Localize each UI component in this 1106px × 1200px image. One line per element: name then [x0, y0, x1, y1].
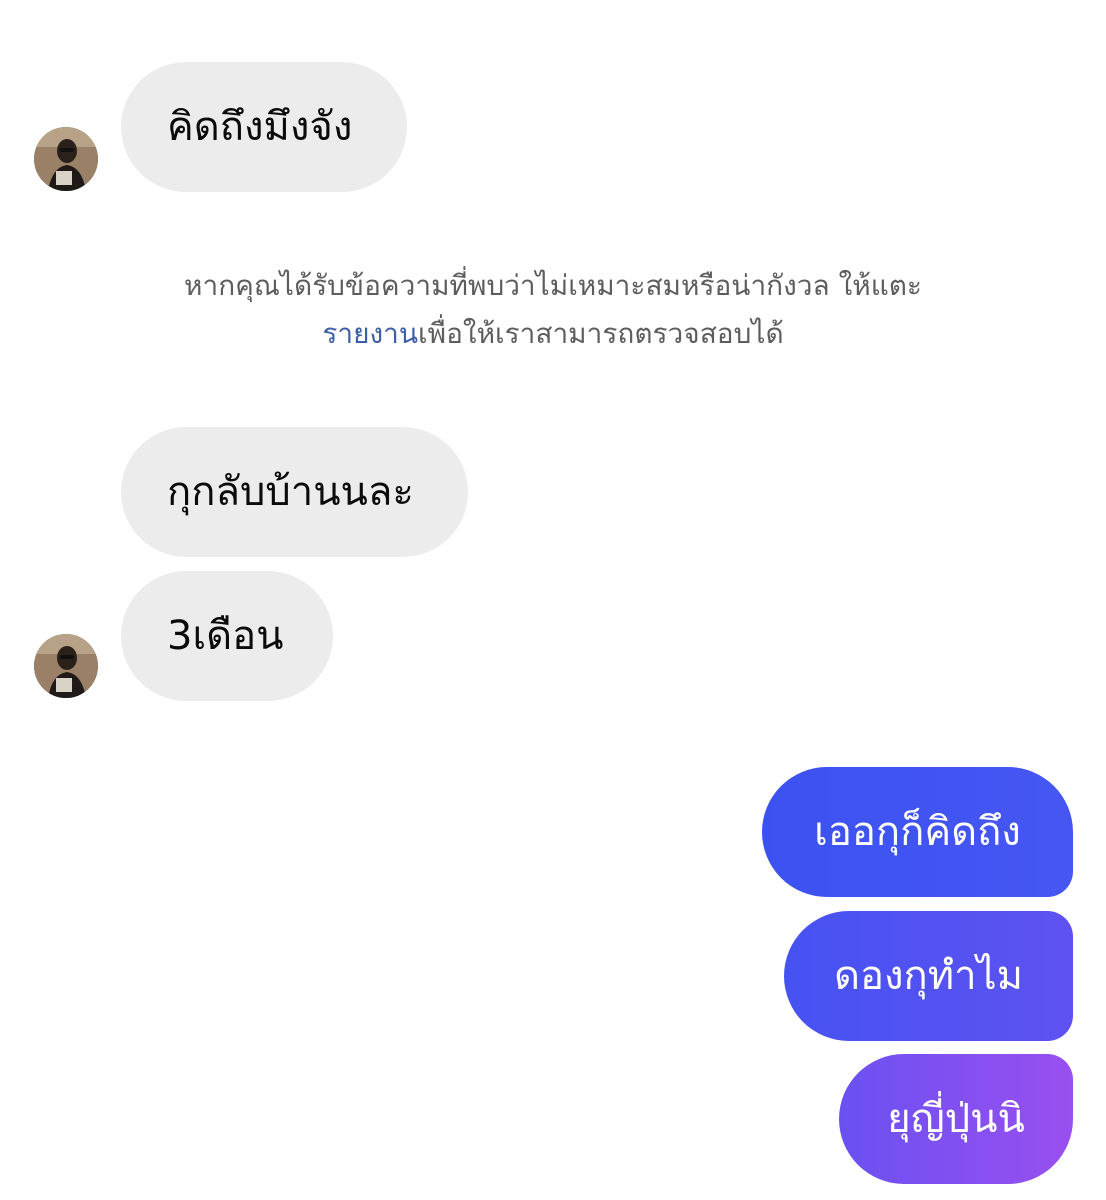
outgoing-message-bubble[interactable]: ยุญี่ปุ่นนิ: [839, 1054, 1073, 1184]
notice-line-1: หากคุณได้รับข้อความที่พบว่าไม่เหมาะสมหรื…: [184, 269, 922, 302]
message-text: ดองกุทำไม: [833, 953, 1024, 999]
message-text: คิดถึงมึงจัง: [167, 104, 353, 150]
notice-line-2: รายงานเพื่อให้เราสามารถตรวจสอบได้: [0, 310, 1106, 358]
message-text: 3เดือน: [167, 613, 284, 659]
incoming-message-bubble[interactable]: คิดถึงมึงจัง: [121, 62, 407, 192]
message-text: ยุญี่ปุ่นนิ: [887, 1096, 1025, 1142]
avatar-photo-icon: [34, 634, 98, 698]
report-notice: หากคุณได้รับข้อความที่พบว่าไม่เหมาะสมหรื…: [0, 262, 1106, 358]
message-text: เออกุก็คิดถึง: [814, 809, 1021, 855]
notice-line-2-text: เพื่อให้เราสามารถตรวจสอบได้: [418, 317, 784, 350]
report-link[interactable]: รายงาน: [322, 317, 418, 350]
avatar-photo-icon: [34, 127, 98, 191]
contact-avatar[interactable]: [34, 127, 98, 191]
outgoing-message-bubble[interactable]: ดองกุทำไม: [784, 911, 1073, 1041]
incoming-message-bubble[interactable]: กุกลับบ้านนละ: [121, 427, 468, 557]
contact-avatar[interactable]: [34, 634, 98, 698]
outgoing-message-bubble[interactable]: เออกุก็คิดถึง: [762, 767, 1073, 897]
message-text: กุกลับบ้านนละ: [167, 469, 414, 515]
incoming-message-bubble[interactable]: 3เดือน: [121, 571, 333, 701]
